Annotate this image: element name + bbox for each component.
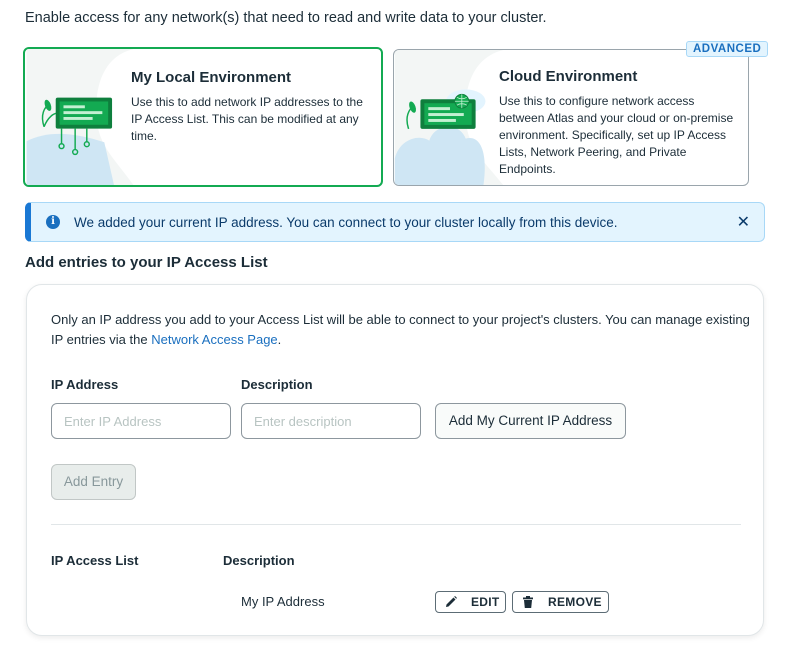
cloud-environment-description: Use this to configure network access bet… <box>499 94 734 176</box>
description-header: Description <box>223 553 295 568</box>
ip-address-input[interactable] <box>51 403 231 439</box>
description-input[interactable] <box>241 403 421 439</box>
add-entry-button[interactable]: Add Entry <box>51 464 136 500</box>
network-access-link[interactable]: Network Access Page <box>151 332 277 347</box>
ip-address-label: IP Address <box>51 377 119 392</box>
info-icon: i <box>46 215 60 229</box>
add-current-ip-button[interactable]: Add My Current IP Address <box>435 403 626 439</box>
edit-button[interactable]: EDIT <box>435 591 506 613</box>
local-environment-description: Use this to add network IP addresses to … <box>131 95 363 143</box>
description-cell: My IP Address <box>241 594 325 609</box>
banner-message: We added your current IP address. You ca… <box>74 215 618 230</box>
description-label: Description <box>241 377 313 392</box>
close-icon[interactable]: ✕ <box>737 212 750 232</box>
ip-access-panel: Only an IP address you add to your Acces… <box>26 284 764 636</box>
cloud-environment-illustration <box>394 50 504 185</box>
local-environment-illustration <box>26 49 134 185</box>
remove-button[interactable]: REMOVE <box>512 591 609 613</box>
section-title: Add entries to your IP Access List <box>25 254 268 271</box>
panel-description: Only an IP address you add to your Acces… <box>51 310 751 350</box>
local-environment-title: My Local Environment <box>131 69 292 86</box>
intro-text: Enable access for any network(s) that ne… <box>25 10 547 26</box>
local-environment-card[interactable]: My Local Environment Use this to add net… <box>23 47 383 187</box>
advanced-badge: ADVANCED <box>686 41 769 57</box>
ip-access-list-header: IP Access List <box>51 553 139 568</box>
cloud-environment-title: Cloud Environment <box>499 68 638 85</box>
pencil-icon <box>446 596 457 607</box>
divider <box>51 524 741 525</box>
cloud-environment-card[interactable]: Cloud Environment Use this to configure … <box>393 49 749 186</box>
edit-label: EDIT <box>471 595 500 609</box>
trash-icon <box>523 596 533 608</box>
ip-added-banner: i We added your current IP address. You … <box>25 202 765 242</box>
panel-description-end: . <box>277 332 282 347</box>
remove-label: REMOVE <box>548 595 602 609</box>
